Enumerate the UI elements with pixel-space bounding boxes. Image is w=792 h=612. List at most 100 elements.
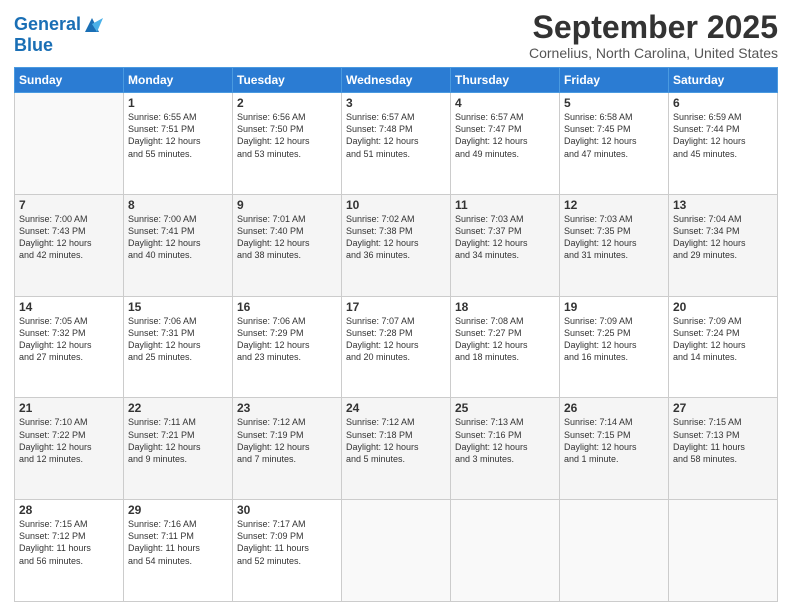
day-info: Sunrise: 7:13 AM Sunset: 7:16 PM Dayligh… [455, 416, 555, 465]
table-row: 14Sunrise: 7:05 AM Sunset: 7:32 PM Dayli… [15, 296, 124, 398]
table-row: 13Sunrise: 7:04 AM Sunset: 7:34 PM Dayli… [669, 194, 778, 296]
table-row: 29Sunrise: 7:16 AM Sunset: 7:11 PM Dayli… [124, 500, 233, 602]
table-row: 26Sunrise: 7:14 AM Sunset: 7:15 PM Dayli… [560, 398, 669, 500]
table-row: 19Sunrise: 7:09 AM Sunset: 7:25 PM Dayli… [560, 296, 669, 398]
day-number: 13 [673, 198, 773, 212]
calendar-week-row: 14Sunrise: 7:05 AM Sunset: 7:32 PM Dayli… [15, 296, 778, 398]
day-info: Sunrise: 7:15 AM Sunset: 7:12 PM Dayligh… [19, 518, 119, 567]
location: Cornelius, North Carolina, United States [529, 45, 778, 61]
table-row: 28Sunrise: 7:15 AM Sunset: 7:12 PM Dayli… [15, 500, 124, 602]
day-info: Sunrise: 7:17 AM Sunset: 7:09 PM Dayligh… [237, 518, 337, 567]
day-number: 10 [346, 198, 446, 212]
day-info: Sunrise: 7:02 AM Sunset: 7:38 PM Dayligh… [346, 213, 446, 262]
table-row: 17Sunrise: 7:07 AM Sunset: 7:28 PM Dayli… [342, 296, 451, 398]
col-friday: Friday [560, 68, 669, 93]
day-info: Sunrise: 6:57 AM Sunset: 7:47 PM Dayligh… [455, 111, 555, 160]
table-row: 1Sunrise: 6:55 AM Sunset: 7:51 PM Daylig… [124, 93, 233, 195]
day-info: Sunrise: 7:09 AM Sunset: 7:25 PM Dayligh… [564, 315, 664, 364]
day-info: Sunrise: 7:00 AM Sunset: 7:41 PM Dayligh… [128, 213, 228, 262]
day-number: 1 [128, 96, 228, 110]
day-info: Sunrise: 6:59 AM Sunset: 7:44 PM Dayligh… [673, 111, 773, 160]
table-row: 23Sunrise: 7:12 AM Sunset: 7:19 PM Dayli… [233, 398, 342, 500]
day-info: Sunrise: 7:04 AM Sunset: 7:34 PM Dayligh… [673, 213, 773, 262]
day-info: Sunrise: 7:14 AM Sunset: 7:15 PM Dayligh… [564, 416, 664, 465]
col-wednesday: Wednesday [342, 68, 451, 93]
day-number: 23 [237, 401, 337, 415]
table-row [342, 500, 451, 602]
day-info: Sunrise: 7:05 AM Sunset: 7:32 PM Dayligh… [19, 315, 119, 364]
calendar-week-row: 7Sunrise: 7:00 AM Sunset: 7:43 PM Daylig… [15, 194, 778, 296]
day-number: 8 [128, 198, 228, 212]
day-number: 26 [564, 401, 664, 415]
day-info: Sunrise: 7:06 AM Sunset: 7:29 PM Dayligh… [237, 315, 337, 364]
day-number: 11 [455, 198, 555, 212]
day-number: 18 [455, 300, 555, 314]
calendar-header-row: Sunday Monday Tuesday Wednesday Thursday… [15, 68, 778, 93]
table-row: 8Sunrise: 7:00 AM Sunset: 7:41 PM Daylig… [124, 194, 233, 296]
calendar-week-row: 21Sunrise: 7:10 AM Sunset: 7:22 PM Dayli… [15, 398, 778, 500]
table-row: 16Sunrise: 7:06 AM Sunset: 7:29 PM Dayli… [233, 296, 342, 398]
col-saturday: Saturday [669, 68, 778, 93]
day-info: Sunrise: 7:12 AM Sunset: 7:18 PM Dayligh… [346, 416, 446, 465]
day-number: 17 [346, 300, 446, 314]
day-info: Sunrise: 7:08 AM Sunset: 7:27 PM Dayligh… [455, 315, 555, 364]
day-number: 19 [564, 300, 664, 314]
table-row: 27Sunrise: 7:15 AM Sunset: 7:13 PM Dayli… [669, 398, 778, 500]
day-info: Sunrise: 6:56 AM Sunset: 7:50 PM Dayligh… [237, 111, 337, 160]
day-number: 22 [128, 401, 228, 415]
table-row [15, 93, 124, 195]
table-row: 25Sunrise: 7:13 AM Sunset: 7:16 PM Dayli… [451, 398, 560, 500]
table-row: 11Sunrise: 7:03 AM Sunset: 7:37 PM Dayli… [451, 194, 560, 296]
table-row: 12Sunrise: 7:03 AM Sunset: 7:35 PM Dayli… [560, 194, 669, 296]
day-info: Sunrise: 7:16 AM Sunset: 7:11 PM Dayligh… [128, 518, 228, 567]
day-number: 16 [237, 300, 337, 314]
day-number: 15 [128, 300, 228, 314]
col-sunday: Sunday [15, 68, 124, 93]
day-number: 7 [19, 198, 119, 212]
day-info: Sunrise: 7:10 AM Sunset: 7:22 PM Dayligh… [19, 416, 119, 465]
table-row: 15Sunrise: 7:06 AM Sunset: 7:31 PM Dayli… [124, 296, 233, 398]
day-number: 30 [237, 503, 337, 517]
day-number: 27 [673, 401, 773, 415]
calendar-week-row: 1Sunrise: 6:55 AM Sunset: 7:51 PM Daylig… [15, 93, 778, 195]
day-info: Sunrise: 6:58 AM Sunset: 7:45 PM Dayligh… [564, 111, 664, 160]
table-row: 24Sunrise: 7:12 AM Sunset: 7:18 PM Dayli… [342, 398, 451, 500]
calendar-week-row: 28Sunrise: 7:15 AM Sunset: 7:12 PM Dayli… [15, 500, 778, 602]
table-row [451, 500, 560, 602]
day-number: 9 [237, 198, 337, 212]
day-number: 4 [455, 96, 555, 110]
table-row: 2Sunrise: 6:56 AM Sunset: 7:50 PM Daylig… [233, 93, 342, 195]
day-number: 2 [237, 96, 337, 110]
day-number: 20 [673, 300, 773, 314]
day-number: 14 [19, 300, 119, 314]
table-row: 5Sunrise: 6:58 AM Sunset: 7:45 PM Daylig… [560, 93, 669, 195]
day-info: Sunrise: 6:57 AM Sunset: 7:48 PM Dayligh… [346, 111, 446, 160]
day-number: 5 [564, 96, 664, 110]
day-number: 24 [346, 401, 446, 415]
table-row: 20Sunrise: 7:09 AM Sunset: 7:24 PM Dayli… [669, 296, 778, 398]
day-info: Sunrise: 7:03 AM Sunset: 7:37 PM Dayligh… [455, 213, 555, 262]
table-row: 30Sunrise: 7:17 AM Sunset: 7:09 PM Dayli… [233, 500, 342, 602]
table-row: 22Sunrise: 7:11 AM Sunset: 7:21 PM Dayli… [124, 398, 233, 500]
table-row: 9Sunrise: 7:01 AM Sunset: 7:40 PM Daylig… [233, 194, 342, 296]
col-thursday: Thursday [451, 68, 560, 93]
day-number: 29 [128, 503, 228, 517]
day-number: 6 [673, 96, 773, 110]
table-row: 18Sunrise: 7:08 AM Sunset: 7:27 PM Dayli… [451, 296, 560, 398]
table-row: 10Sunrise: 7:02 AM Sunset: 7:38 PM Dayli… [342, 194, 451, 296]
logo: General Blue [14, 14, 103, 56]
table-row: 4Sunrise: 6:57 AM Sunset: 7:47 PM Daylig… [451, 93, 560, 195]
day-info: Sunrise: 7:00 AM Sunset: 7:43 PM Dayligh… [19, 213, 119, 262]
day-info: Sunrise: 7:01 AM Sunset: 7:40 PM Dayligh… [237, 213, 337, 262]
day-info: Sunrise: 7:06 AM Sunset: 7:31 PM Dayligh… [128, 315, 228, 364]
header: General Blue September 2025 Cornelius, N… [14, 10, 778, 61]
title-block: September 2025 Cornelius, North Carolina… [529, 10, 778, 61]
day-info: Sunrise: 7:15 AM Sunset: 7:13 PM Dayligh… [673, 416, 773, 465]
day-number: 25 [455, 401, 555, 415]
day-number: 28 [19, 503, 119, 517]
day-number: 12 [564, 198, 664, 212]
day-info: Sunrise: 7:07 AM Sunset: 7:28 PM Dayligh… [346, 315, 446, 364]
day-info: Sunrise: 7:11 AM Sunset: 7:21 PM Dayligh… [128, 416, 228, 465]
col-tuesday: Tuesday [233, 68, 342, 93]
calendar-table: Sunday Monday Tuesday Wednesday Thursday… [14, 67, 778, 602]
